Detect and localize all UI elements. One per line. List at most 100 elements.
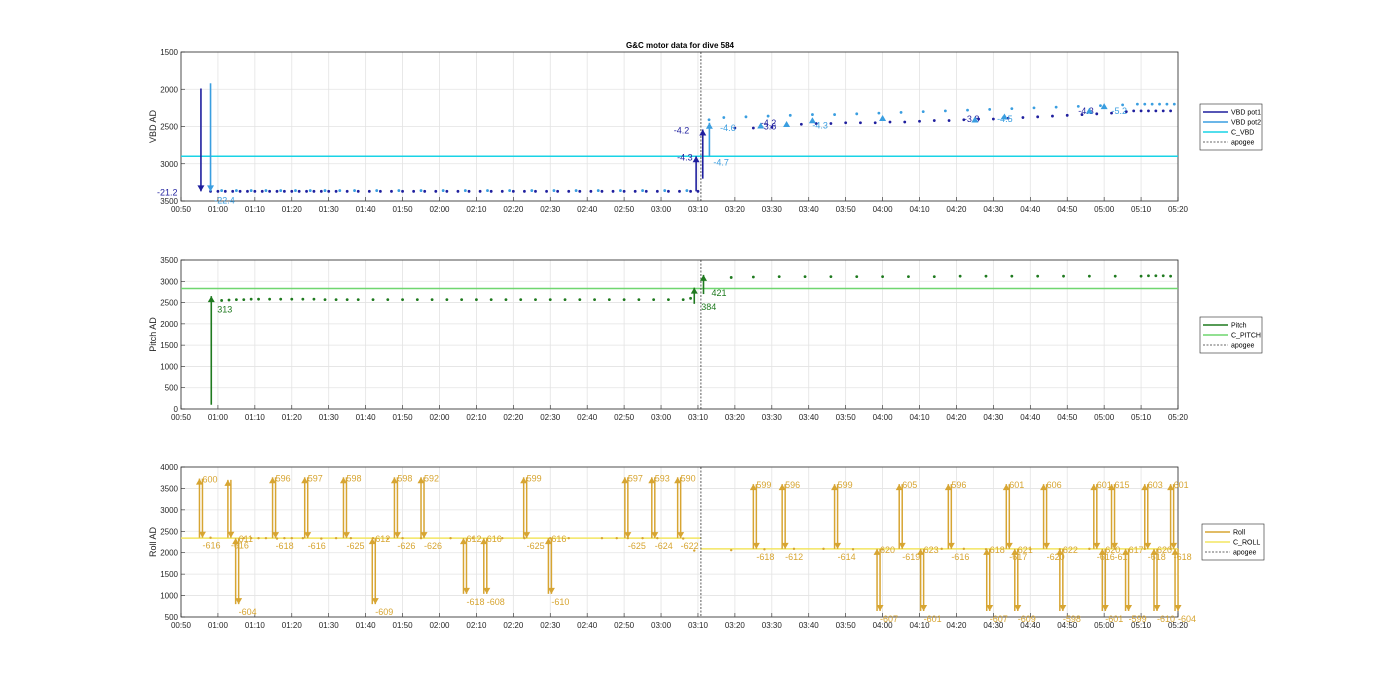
roll-xtick-label: 02:50 — [614, 621, 635, 630]
roll-point — [1088, 547, 1091, 551]
roll-xtick-label: 01:00 — [208, 621, 229, 630]
vbd-pot1-point — [434, 189, 438, 193]
vbd-pot1-point — [1065, 113, 1069, 117]
vbd-pot1-point — [334, 189, 338, 193]
vbd-pot2-point — [722, 116, 726, 119]
vbd-pot2-point — [397, 189, 401, 192]
pitch-point — [667, 298, 670, 301]
vbd-pot1-point — [888, 120, 892, 124]
vbd-xtick-label: 02:40 — [577, 205, 598, 214]
pitch-point — [803, 275, 807, 279]
vbd-xtick-label: 05:00 — [1094, 205, 1115, 214]
roll-arrow-label: -610 — [1157, 614, 1175, 624]
roll-arrow-label: -626 — [424, 541, 442, 551]
vbd-pot1-point — [799, 122, 803, 126]
roll-xtick-label: 01:30 — [319, 621, 340, 630]
roll-xtick-label: 01:50 — [393, 621, 414, 630]
pitch-point — [1087, 274, 1091, 278]
vbd-pot1-point — [260, 189, 264, 193]
vbd-pot1-point — [751, 126, 755, 130]
vbd-pot1-point — [844, 121, 848, 125]
roll-point — [301, 536, 305, 540]
vbd-pot1-point — [379, 189, 382, 193]
roll-ytick-label: 1000 — [160, 592, 178, 601]
vbd-xtick-label: 02:10 — [466, 205, 487, 214]
vbd-pot1-point — [305, 189, 308, 193]
vbd-ytick-label: 3000 — [160, 160, 178, 169]
roll-arrow-label: -609 — [375, 607, 393, 617]
roll-ytick-label: 1500 — [160, 570, 178, 579]
vbd-pot2-point — [552, 189, 556, 192]
roll-arrow-label: 601 — [1174, 480, 1189, 490]
figure-title: G&C motor data for dive 584 — [626, 41, 735, 50]
pitch-point — [460, 298, 464, 301]
vbd-pot2-point — [574, 189, 578, 192]
vbd-pot1-point — [345, 189, 349, 193]
roll-xtick-label: 01:40 — [356, 621, 377, 630]
roll-arrow-label: -601 — [1105, 614, 1123, 624]
roll-arrow-label: 615 — [1115, 480, 1130, 490]
roll-xtick-label: 03:30 — [762, 621, 783, 630]
pitch-ytick-label: 2000 — [160, 320, 178, 329]
roll-ytick-label: 3500 — [160, 484, 178, 493]
pitch-point — [958, 274, 962, 278]
roll-arrow-label: 612 — [466, 534, 481, 544]
roll-point — [641, 536, 644, 540]
roll-arrow-label: 592 — [424, 473, 439, 483]
vbd-panel: 00:50 01:00 01:10 01:20 01:30 01:40 01:50 02:00… — [148, 48, 1263, 214]
vbd-pot2-point — [375, 189, 379, 192]
motor-data-figure: G&C motor data for dive 584 00:50 01:00 01… — [148, 41, 1265, 630]
pitch-point — [268, 297, 272, 301]
pitch-point — [652, 298, 656, 301]
vbd-pot2-point — [921, 110, 925, 113]
roll-arrow-label: 598 — [397, 473, 412, 483]
pitch-point — [907, 275, 910, 279]
vbd-pot2-point — [663, 189, 667, 192]
pitch-legend-label: Pitch — [1231, 323, 1247, 330]
vbd-pot1-point — [523, 189, 526, 193]
roll-arrow-label: -612 — [785, 552, 803, 562]
vbd-pot1-point — [667, 189, 670, 193]
pitch-ytick-label: 1500 — [160, 341, 178, 350]
pitch-point — [932, 275, 936, 279]
vbd-pot1-point — [556, 189, 560, 193]
pitch-xtick-label: 03:30 — [762, 413, 783, 422]
pitch-point — [855, 275, 859, 279]
vbd-xtick-label: 02:00 — [429, 205, 450, 214]
vbd-annotation: -3.6 — [761, 121, 777, 131]
vbd-pot1-point — [297, 189, 301, 193]
pitch-point — [1010, 274, 1014, 278]
roll-arrow-label: -598 — [1063, 614, 1081, 624]
vbd-pot1-point — [611, 189, 615, 193]
vbd-pot2-point — [294, 189, 297, 192]
roll-arrow-label: 596 — [276, 473, 291, 483]
pitch-ylabel: Pitch AD — [148, 317, 158, 352]
vbd-xtick-label: 05:20 — [1168, 205, 1189, 214]
pitch-point — [220, 299, 224, 302]
pitch-xtick-label: 03:40 — [799, 413, 820, 422]
vbd-pot1-point — [903, 120, 907, 124]
roll-arrow-label: 597 — [308, 473, 323, 483]
pitch-xtick-label: 04:20 — [946, 413, 967, 422]
roll-point — [615, 536, 618, 540]
vbd-pot2-point — [419, 189, 423, 192]
vbd-pot1-point — [327, 189, 331, 193]
vbd-xtick-label: 01:30 — [319, 205, 340, 214]
pitch-point — [1147, 274, 1150, 278]
vbd-pot2-point — [899, 110, 903, 114]
vbd-arrow-label: -21.2 — [157, 187, 178, 197]
pitch-point — [356, 298, 360, 301]
pitch-point — [227, 298, 231, 302]
pitch-point — [489, 298, 493, 301]
vbd-pot1-point — [511, 189, 515, 193]
roll-point — [940, 547, 943, 551]
vbd-pot1-point — [1036, 115, 1040, 119]
vbd-xtick-label: 04:10 — [910, 205, 931, 214]
vbd-pot1-point — [600, 189, 604, 193]
roll-ytick-label: 4000 — [160, 463, 178, 472]
vbd-pot2-point — [1099, 104, 1102, 108]
vbd-arrow-label: -22.4 — [214, 195, 235, 205]
roll-legend-label: apogee — [1233, 550, 1256, 557]
pitch-point — [637, 298, 641, 301]
vbd-pot2-point — [508, 189, 512, 192]
